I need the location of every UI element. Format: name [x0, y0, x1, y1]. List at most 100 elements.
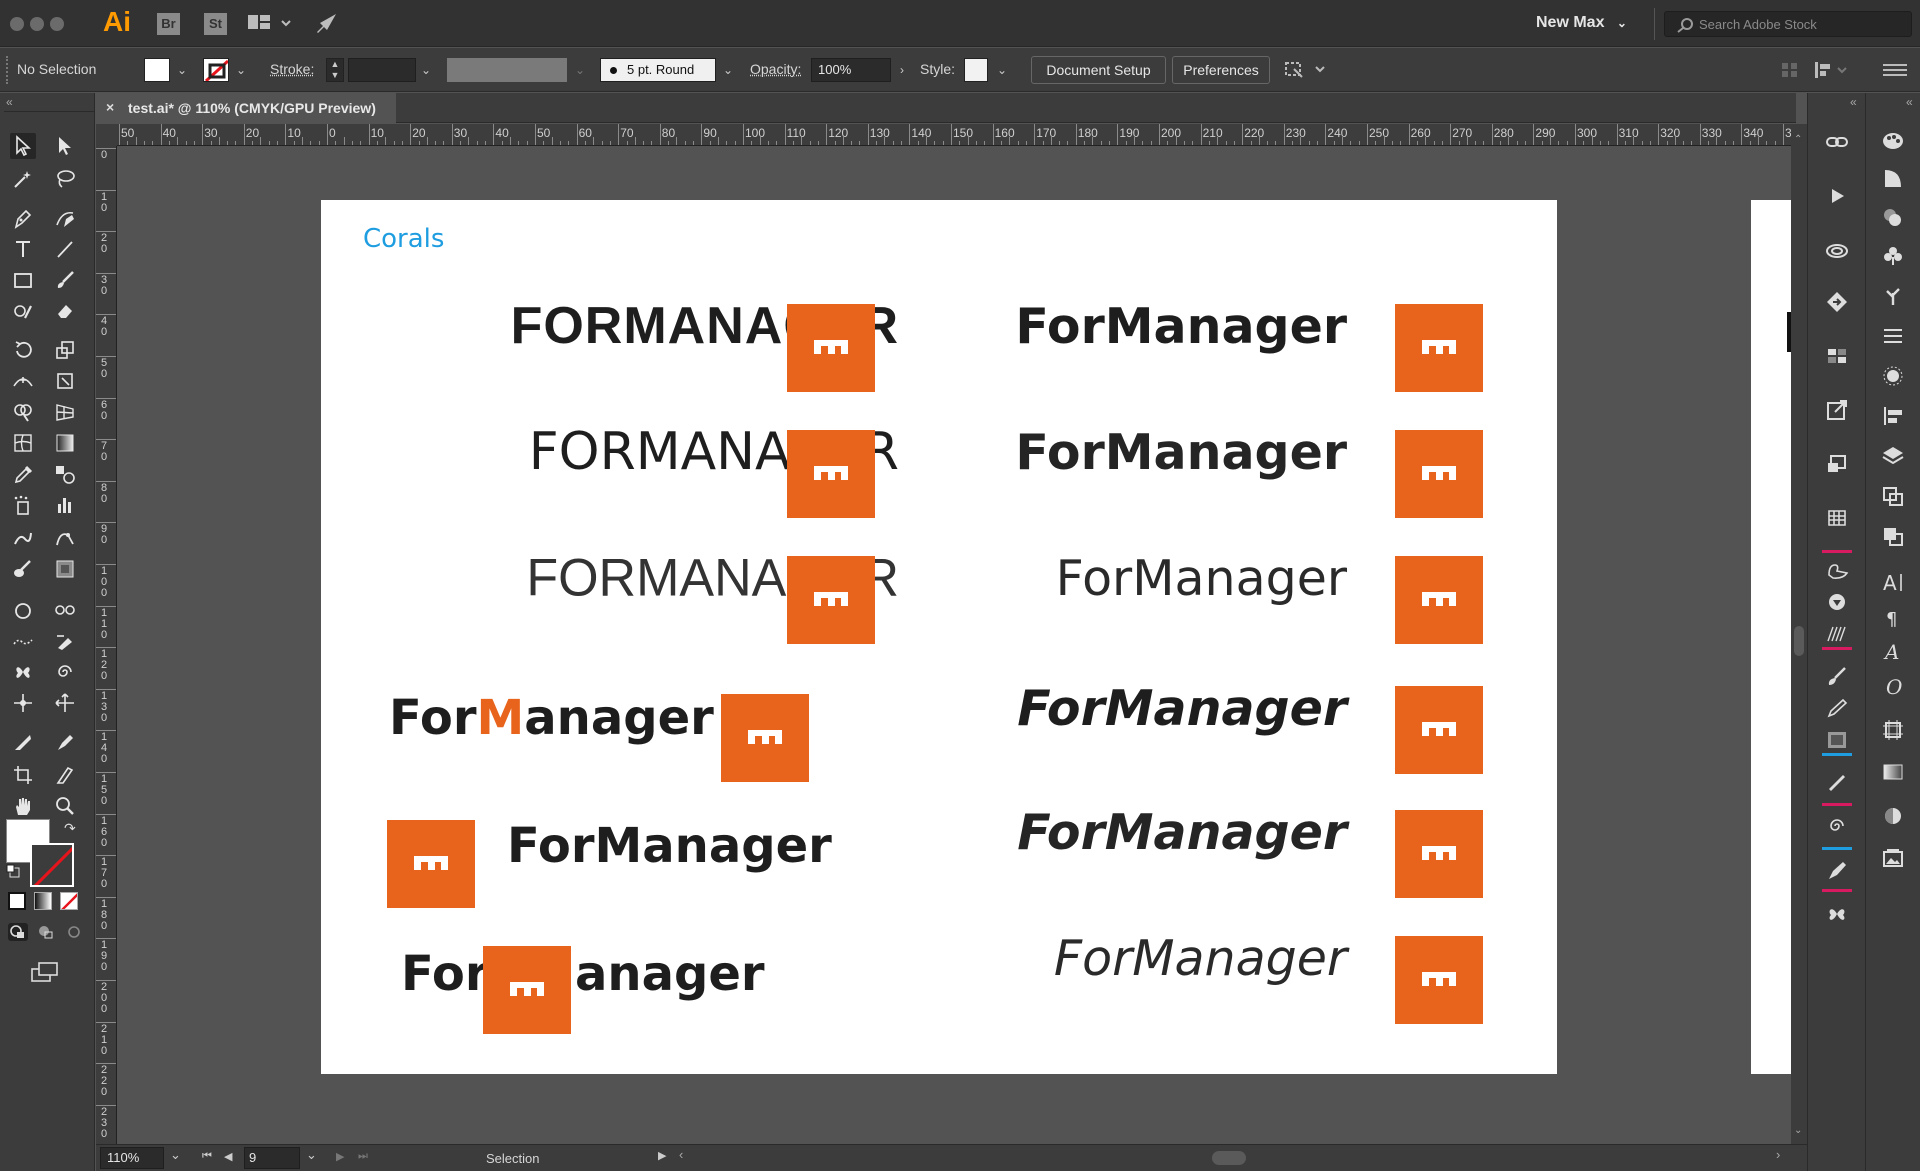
- opacity-label[interactable]: Opacity:: [750, 61, 801, 77]
- pathfinder-panel-icon[interactable]: [1878, 523, 1908, 549]
- artboard-grid-icon[interactable]: [1878, 717, 1908, 743]
- draw-behind-icon[interactable]: [36, 923, 56, 941]
- character-panel-icon[interactable]: A: [1878, 569, 1908, 595]
- minimize-window-button[interactable]: [30, 17, 44, 31]
- opentype-panel-icon[interactable]: O: [1878, 673, 1908, 699]
- stroke-dropdown-chevron-icon[interactable]: ⌄: [231, 58, 251, 82]
- swatches-panel-icon[interactable]: [1878, 205, 1908, 231]
- wordmark-mixed-bold-italic[interactable]: ForManager: [1017, 684, 1347, 733]
- eraser-tool-icon[interactable]: [52, 298, 78, 324]
- logo-mark[interactable]: [1395, 936, 1483, 1024]
- type-tool-icon[interactable]: [10, 236, 36, 262]
- graphic-style-chevron-icon[interactable]: ⌄: [992, 58, 1012, 82]
- symbols-panel-icon[interactable]: [1822, 589, 1852, 615]
- stroke-swatch[interactable]: [203, 58, 229, 82]
- gradient-panel-icon[interactable]: [1878, 759, 1908, 785]
- stroke-weight-stepper[interactable]: ▲ ▼: [326, 58, 344, 82]
- logo-mark[interactable]: [1395, 430, 1483, 518]
- wordmark-after-mark[interactable]: ForManager: [507, 822, 832, 870]
- appearance-sun-icon[interactable]: [1878, 363, 1908, 389]
- arrange-documents-icon[interactable]: [248, 14, 292, 34]
- first-artboard-icon[interactable]: ⏮: [202, 1150, 212, 1163]
- eyedropper-tool-icon[interactable]: [10, 461, 36, 487]
- fill-dropdown-chevron-icon[interactable]: ⌄: [172, 58, 192, 82]
- logo-mark[interactable]: [1395, 304, 1483, 392]
- logo-mark[interactable]: [787, 556, 875, 644]
- none-mode-icon[interactable]: [60, 892, 78, 910]
- scroll-right-arrow-icon[interactable]: ›: [1776, 1147, 1780, 1162]
- bridge-button[interactable]: Br: [157, 13, 180, 35]
- artboard[interactable]: Corals FORMANAGER FORMANAGER FORMANAGER …: [321, 200, 1557, 1074]
- gradient-mode-icon[interactable]: [34, 892, 52, 910]
- hand-tool-icon[interactable]: [10, 793, 36, 819]
- horizontal-ruler[interactable]: 50 40 30 20 10 0 10 20 30 40 50 60 70 80 90 100 110 120 13…: [117, 124, 1791, 146]
- glyphs-panel-icon[interactable]: A: [1878, 639, 1908, 665]
- graphic-style-swatch[interactable]: [964, 58, 988, 82]
- direct-selection-tool-icon[interactable]: [52, 133, 78, 159]
- collapse-toolbar-icon[interactable]: «: [6, 95, 13, 109]
- previous-artboard-icon[interactable]: ◀: [224, 1150, 232, 1163]
- width-tool-icon[interactable]: [10, 368, 36, 394]
- document-tab[interactable]: × test.ai* @ 110% (CMYK/GPU Preview): [96, 93, 396, 123]
- brush-definition-field[interactable]: 5 pt. Round: [600, 58, 716, 82]
- align-panel-icon[interactable]: [1812, 60, 1852, 80]
- mesh-tool-icon[interactable]: [10, 430, 36, 456]
- pattern-options-icon[interactable]: [1822, 505, 1852, 531]
- pen-tool-icon[interactable]: [10, 205, 36, 231]
- stroke-color-box[interactable]: [30, 843, 74, 887]
- horizontal-scroll-thumb[interactable]: [1212, 1151, 1246, 1165]
- spiral-brush-icon[interactable]: [1822, 813, 1852, 839]
- stroke-panel-icon[interactable]: [1878, 323, 1908, 349]
- libraries-cloud-icon[interactable]: [1822, 237, 1852, 263]
- workspace-switcher[interactable]: New Max ⌄: [1536, 14, 1627, 32]
- color-panel-icon[interactable]: [1878, 127, 1908, 153]
- stock-search-box[interactable]: [1664, 11, 1912, 37]
- graphic-styles-swan-icon[interactable]: [1822, 557, 1852, 583]
- draw-normal-icon[interactable]: [8, 923, 28, 941]
- butterfly-symbol-icon[interactable]: [1822, 901, 1852, 927]
- brushes-plant-icon[interactable]: [1878, 283, 1908, 309]
- wordmark-mixed-medium-italic[interactable]: ForManager: [1017, 808, 1347, 857]
- document-setup-button[interactable]: Document Setup: [1031, 56, 1166, 84]
- grid-view-icon[interactable]: [1780, 60, 1800, 80]
- zoom-tool-icon[interactable]: [52, 793, 78, 819]
- panel-grip[interactable]: [6, 56, 9, 84]
- close-window-button[interactable]: [10, 17, 24, 31]
- vertical-scrollbar[interactable]: ⌃ ⌄: [1791, 124, 1807, 1144]
- twirl-tool-icon[interactable]: [52, 659, 78, 685]
- preferences-button[interactable]: Preferences: [1172, 56, 1270, 84]
- scale-tool-icon[interactable]: [52, 337, 78, 363]
- logo-mark[interactable]: [387, 820, 475, 908]
- asset-export-icon[interactable]: [1822, 289, 1852, 315]
- shaper-tool-icon[interactable]: [10, 298, 36, 324]
- quick-actions-icon[interactable]: [1284, 59, 1328, 81]
- fill-swatch[interactable]: [144, 58, 170, 82]
- rectangle-tool-icon[interactable]: [10, 267, 36, 293]
- pen-nib-tool-icon[interactable]: [52, 729, 78, 755]
- color-guide-icon[interactable]: [1878, 165, 1908, 191]
- canvas[interactable]: Corals FORMANAGER FORMANAGER FORMANAGER …: [117, 146, 1791, 1144]
- logo-mark[interactable]: [721, 694, 809, 782]
- scissors-knife-tool-icon[interactable]: [10, 729, 36, 755]
- color-mode-icon[interactable]: [8, 892, 26, 910]
- logo-mark[interactable]: [1395, 810, 1483, 898]
- swap-fill-stroke-icon[interactable]: ↷: [64, 820, 76, 837]
- artboards-panel-icon[interactable]: [1822, 343, 1852, 369]
- wordmark-highlight-m[interactable]: ForManager: [389, 694, 714, 742]
- column-graph-tool-icon[interactable]: [52, 492, 78, 518]
- free-transform-tool-icon[interactable]: [52, 368, 78, 394]
- gpu-performance-rocket-icon[interactable]: [314, 11, 340, 35]
- expand-panels-icon[interactable]: «: [1906, 95, 1913, 109]
- wordmark-mark-suffix[interactable]: anager: [575, 950, 765, 998]
- pencil-tool-icon[interactable]: [10, 525, 36, 551]
- scroll-left-arrow-icon[interactable]: ‹: [679, 1147, 683, 1162]
- wordmark-mixed-light-italic[interactable]: ForManager: [1054, 934, 1347, 983]
- rotate-tool-icon[interactable]: [10, 337, 36, 363]
- ellipse-group-tool-icon[interactable]: [10, 597, 36, 623]
- panel-menu-icon[interactable]: [1880, 60, 1910, 80]
- move-cross-tool-icon[interactable]: [52, 690, 78, 716]
- zoom-level-input[interactable]: 110%: [100, 1147, 164, 1169]
- eraser-pencil-tool-icon[interactable]: [52, 628, 78, 654]
- stroke-label[interactable]: Stroke:: [270, 61, 314, 77]
- gradient-tool-icon[interactable]: [52, 430, 78, 456]
